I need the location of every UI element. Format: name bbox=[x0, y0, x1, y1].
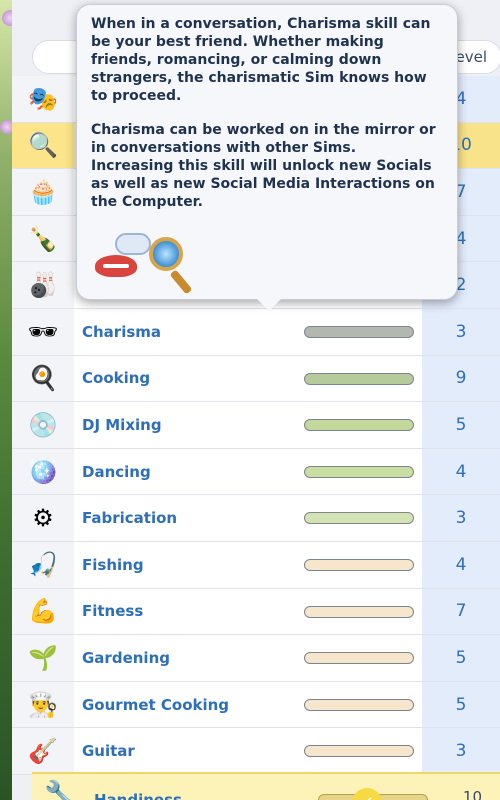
skill-progress-bar bbox=[304, 325, 414, 338]
hand-mirror-icon bbox=[149, 237, 183, 271]
skill-icon-cell: 🍳 bbox=[12, 355, 74, 402]
skill-icon-cell: 🍾 bbox=[12, 215, 74, 262]
skill-icon-cell: ⚙ bbox=[12, 495, 74, 541]
wrench-icon: 🔧 bbox=[44, 780, 77, 800]
skill-icon-cell: 🎸 bbox=[12, 728, 74, 774]
skill-name: Fabrication bbox=[82, 509, 178, 528]
skill-row[interactable]: 🎣 Fishing 4 bbox=[12, 541, 500, 589]
skill-level: 3 bbox=[422, 728, 500, 774]
skill-name: Gourmet Cooking bbox=[82, 695, 230, 714]
skill-row[interactable]: 💿 DJ Mixing 5 bbox=[12, 402, 500, 449]
fishing-hook-icon: 🎣 bbox=[28, 550, 58, 579]
skill-level: 4 bbox=[422, 448, 500, 495]
skill-icon-cell: 🧁 bbox=[12, 169, 74, 215]
skill-level: 7 bbox=[422, 588, 500, 635]
skill-icon-cell: 👨‍🍳 bbox=[12, 681, 74, 728]
guitar-icon: 🎸 bbox=[28, 737, 58, 766]
disco-ball-icon: 🪩 bbox=[28, 457, 58, 486]
skill-icon-cell: 🪩 bbox=[12, 448, 74, 495]
skill-row[interactable]: 👨‍🍳 Gourmet Cooking 5 bbox=[12, 681, 500, 729]
drama-masks-icon: 🎭 bbox=[28, 84, 58, 113]
skill-row[interactable]: 🍳 Cooking 9 bbox=[12, 355, 500, 403]
lips-icon bbox=[95, 255, 137, 277]
skill-name: Fitness bbox=[82, 602, 144, 621]
frying-pan-icon: 🍳 bbox=[28, 364, 58, 393]
skill-level: 5 bbox=[422, 402, 500, 448]
skill-progress-bar bbox=[304, 465, 414, 478]
skill-progress-bar bbox=[304, 698, 414, 711]
skill-row-handiness[interactable]: 🔧 Handiness ✓ 10 bbox=[32, 772, 500, 800]
skill-icon-cell: 🎳 bbox=[12, 262, 74, 308]
skill-name: Charisma bbox=[82, 322, 162, 341]
skill-level: 5 bbox=[422, 681, 500, 728]
skill-name: Handiness bbox=[94, 791, 182, 800]
skill-name: Cooking bbox=[82, 369, 151, 388]
skill-row[interactable]: ⚙ Fabrication 3 bbox=[12, 495, 500, 542]
skill-level: 5 bbox=[422, 635, 500, 681]
flexed-arm-icon: 💪 bbox=[28, 597, 58, 626]
skill-row[interactable]: 🎸 Guitar 3 bbox=[12, 728, 500, 775]
skill-name: Guitar bbox=[82, 742, 135, 761]
skill-level: 9 bbox=[422, 355, 500, 402]
skill-progress-bar bbox=[304, 558, 414, 571]
skill-icon-cell: 🎭 bbox=[12, 76, 74, 122]
skill-level: 3 bbox=[422, 495, 500, 541]
skill-row[interactable]: 💪 Fitness 7 bbox=[12, 588, 500, 636]
skill-row[interactable]: 🪩 Dancing 4 bbox=[12, 448, 500, 496]
fabricator-icon: ⚙ bbox=[32, 504, 54, 533]
tooltip-details: Charisma can be worked on in the mirror … bbox=[91, 122, 436, 210]
chef-hat-icon: 👨‍🍳 bbox=[28, 690, 58, 719]
skill-progress-bar bbox=[304, 652, 414, 665]
skill-level: 3 bbox=[422, 308, 500, 355]
skill-progress-bar bbox=[304, 605, 414, 618]
skill-progress-bar bbox=[304, 419, 414, 432]
skill-name: Dancing bbox=[82, 462, 151, 481]
skill-icon-cell: 🕶 bbox=[12, 308, 74, 355]
skill-icon-cell: 🌱 bbox=[12, 635, 74, 681]
skill-icon-cell: 🎣 bbox=[12, 541, 74, 588]
maxed-check-icon: ✓ bbox=[352, 788, 382, 800]
skill-row[interactable]: 🕶 Charisma 3 bbox=[12, 308, 500, 356]
bowling-icon: 🎳 bbox=[28, 271, 58, 300]
mirror-icon: 🔍 bbox=[28, 131, 58, 160]
skill-icon-cell: 💿 bbox=[12, 402, 74, 448]
skill-progress-bar bbox=[304, 372, 414, 385]
skill-progress-bar bbox=[304, 512, 414, 525]
cupcake-icon: 🧁 bbox=[28, 177, 58, 206]
skill-name: DJ Mixing bbox=[82, 415, 162, 434]
sunglasses-icon: 🕶 bbox=[27, 317, 59, 346]
skill-name: Fishing bbox=[82, 555, 144, 574]
skill-icon-cell: 🔍 bbox=[12, 122, 74, 169]
garden-tools-icon: 🌱 bbox=[28, 643, 58, 672]
skill-progress-bar bbox=[304, 745, 414, 758]
skill-level: 4 bbox=[422, 541, 500, 588]
bottle-icon: 🍾 bbox=[28, 224, 58, 253]
tooltip-icons bbox=[95, 233, 235, 295]
turntable-icon: 💿 bbox=[28, 410, 58, 439]
speech-bubble-icon bbox=[115, 233, 151, 255]
tooltip-description: When in a conversation, Charisma skill c… bbox=[91, 16, 431, 104]
skill-row[interactable]: 🌱 Gardening 5 bbox=[12, 635, 500, 682]
skill-level: 10 bbox=[462, 788, 482, 800]
skill-icon-cell: 💪 bbox=[12, 588, 74, 635]
skill-name: Gardening bbox=[82, 648, 170, 667]
skill-tooltip: When in a conversation, Charisma skill c… bbox=[76, 4, 458, 311]
hand-mirror-handle bbox=[169, 269, 193, 295]
